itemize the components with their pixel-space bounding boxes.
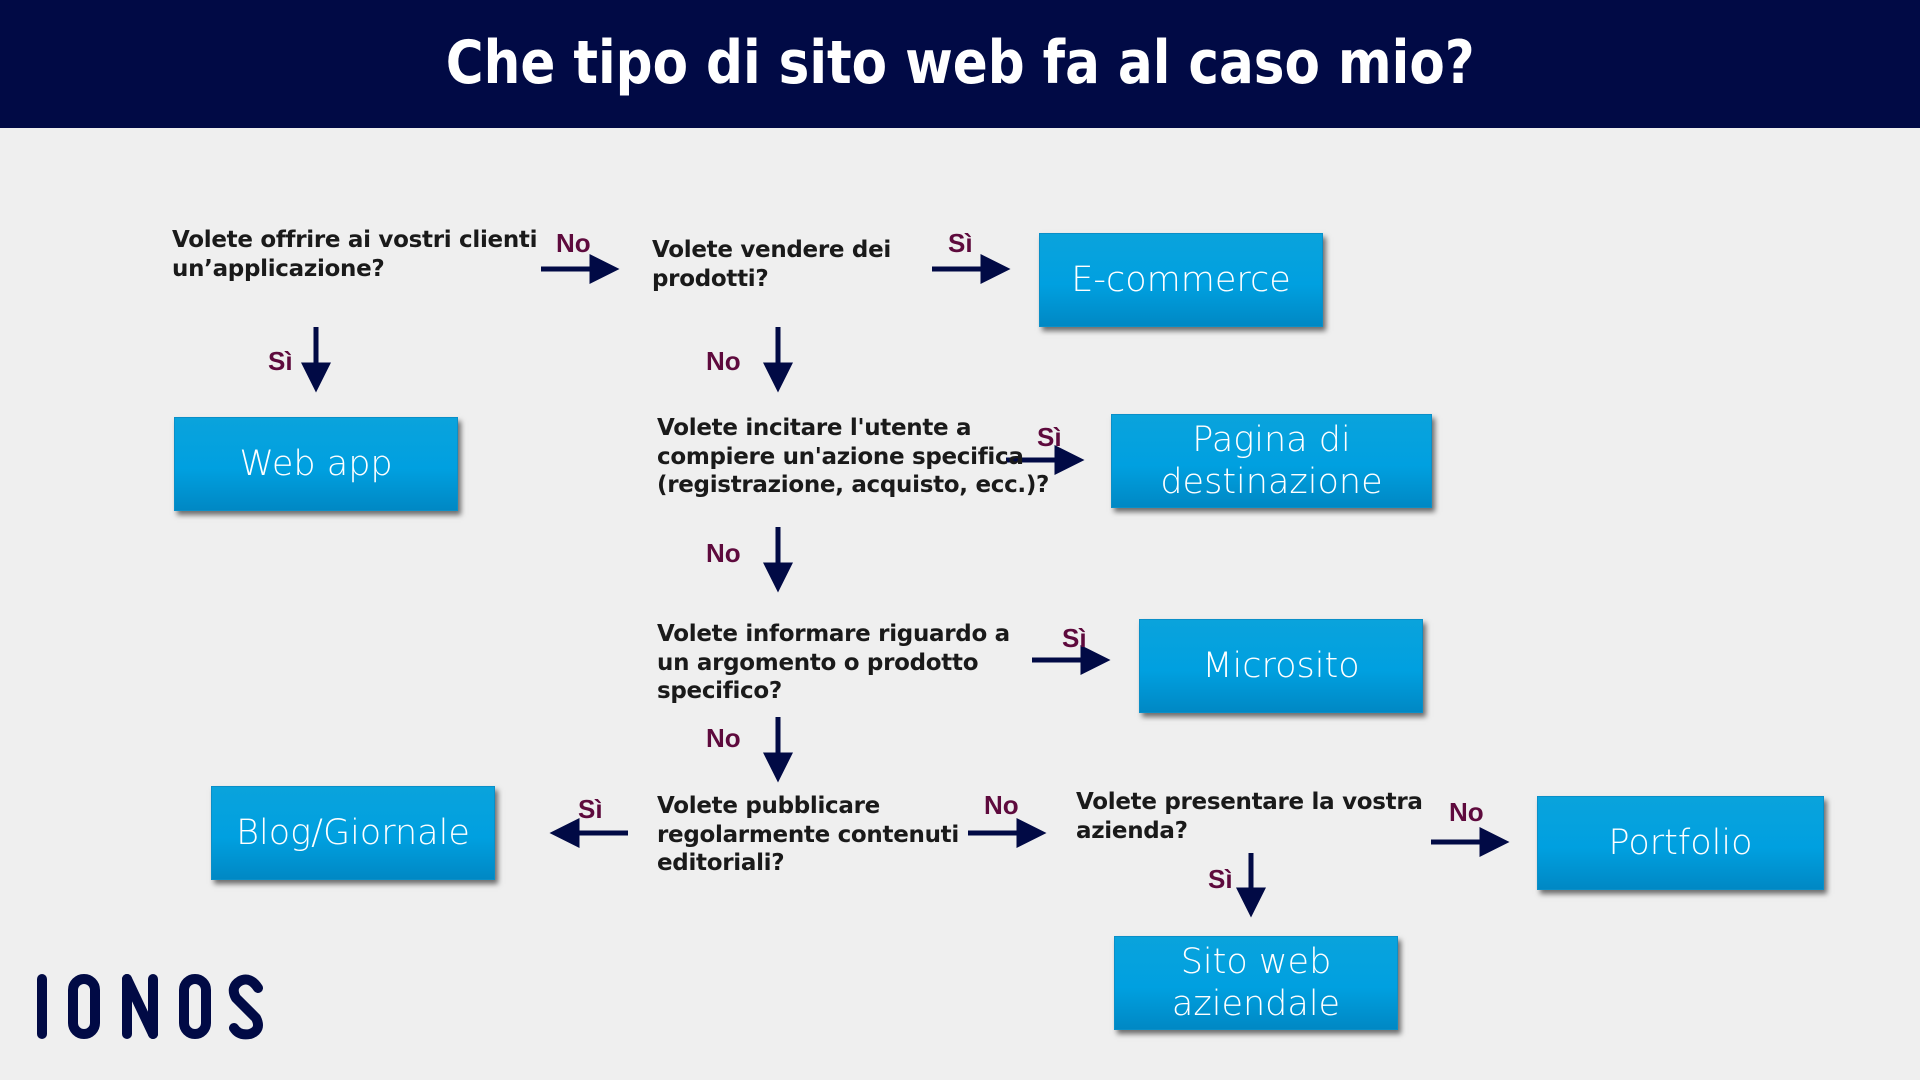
result-webapp: Web app — [174, 417, 458, 511]
result-ecommerce-label: E-commerce — [1071, 260, 1291, 300]
label-q6-no: No — [1449, 797, 1484, 827]
label-q3-yes: Sì — [1037, 422, 1062, 452]
result-ecommerce: E-commerce — [1039, 233, 1323, 327]
result-landing-page: Pagina di destinazione — [1111, 414, 1432, 508]
result-blog-label: Blog/Giornale — [236, 813, 470, 853]
result-corporate-site: Sito web aziendale — [1114, 936, 1398, 1030]
label-q4-yes: Sì — [1062, 623, 1087, 653]
flow-arrows — [301, 254, 1510, 918]
question-inform-topic: Volete informare riguardo a un argomento… — [657, 621, 1010, 704]
label-q4-no: No — [706, 723, 741, 753]
result-blog: Blog/Giornale — [211, 786, 495, 880]
label-q1-no: No — [556, 228, 591, 258]
ionos-logo: IONOS — [37, 974, 263, 1040]
question-sell-products: Volete vendere dei prodotti? — [652, 237, 891, 292]
label-q1-yes: Sì — [268, 346, 293, 376]
question-publish-editorial: Volete pubblicare regolarmente contenuti… — [657, 793, 959, 876]
result-corporate-site-label: Sito web aziendale — [1171, 942, 1341, 1024]
label-q3-no: No — [706, 538, 741, 568]
result-microsite: Microsito — [1139, 619, 1423, 713]
question-present-company: Volete presentare la vostra azienda? — [1076, 789, 1423, 844]
result-microsite-label: Microsito — [1202, 646, 1360, 686]
result-landing-page-label: Pagina di destinazione — [1160, 420, 1383, 502]
result-webapp-label: Web app — [239, 444, 393, 484]
label-q6-yes: Sì — [1208, 864, 1233, 894]
result-portfolio-label: Portfolio — [1608, 823, 1753, 863]
label-q5-no: No — [984, 790, 1019, 820]
result-portfolio: Portfolio — [1537, 796, 1824, 890]
question-call-to-action: Volete incitare l'utente a compiere un'a… — [657, 415, 1050, 498]
question-offer-app: Volete offrire ai vostri clienti un’appl… — [172, 227, 538, 282]
label-q2-no: No — [706, 346, 741, 376]
label-q2-yes: Sì — [948, 228, 973, 258]
label-q5-yes: Sì — [578, 794, 603, 824]
